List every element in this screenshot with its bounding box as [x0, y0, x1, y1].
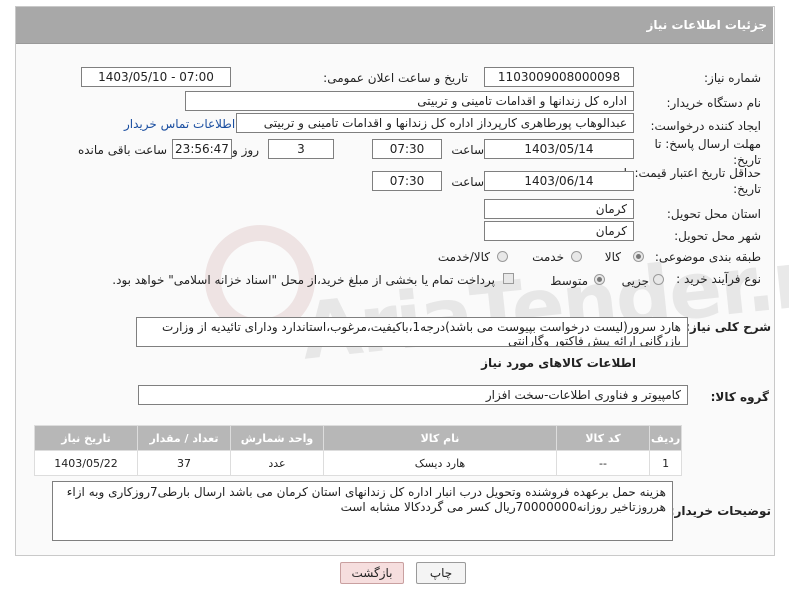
col-date: تاریخ نیاز: [34, 425, 138, 451]
validity-label-1: حداقل تاریخ اعتبار قیمت: تا: [623, 166, 761, 180]
deadline-date-field: 1403/05/14: [484, 139, 634, 159]
process-medium-label: متوسط: [550, 274, 588, 288]
process-medium-radio[interactable]: [594, 274, 605, 285]
category-label: طبقه بندی موضوعی:: [654, 250, 761, 264]
validity-time-field: 07:30: [372, 171, 442, 191]
deadline-days-field: 3: [268, 139, 334, 159]
table-row: 1 -- هارد دیسک عدد 37 1403/05/22: [34, 450, 683, 476]
col-unit: واحد شمارش: [230, 425, 324, 451]
category-both-label: کالا/خدمت: [437, 250, 490, 264]
col-qty: تعداد / مقدار: [137, 425, 231, 451]
category-goods-radio[interactable]: [633, 251, 644, 262]
deadline-label-1: مهلت ارسال پاسخ: تا: [654, 137, 761, 151]
print-button[interactable]: چاپ: [416, 562, 466, 584]
requester-label: ایجاد کننده درخواست:: [650, 119, 761, 133]
category-service-radio[interactable]: [571, 251, 582, 262]
buyer-notes-textarea: هزینه حمل برعهده فروشنده وتحویل درب انبا…: [52, 481, 673, 541]
validity-time-label: ساعت: [451, 175, 484, 189]
items-table: ردیف کد کالا نام کالا واحد شمارش تعداد /…: [34, 425, 683, 476]
goods-section-title: اطلاعات کالاهای مورد نیاز: [481, 356, 636, 370]
cell-row: 1: [648, 450, 683, 476]
cell-date: 1403/05/22: [34, 450, 138, 476]
cell-code: --: [556, 450, 650, 476]
cell-unit: عدد: [230, 450, 324, 476]
deadline-time-label: ساعت: [451, 143, 484, 157]
remaining-time-field: 23:56:47: [172, 139, 232, 159]
buyer-field: اداره کل زندانها و اقدامات تامینی و تربی…: [185, 91, 634, 111]
goods-group-label: گروه کالا:: [710, 390, 769, 404]
summary-label: شرح کلی نیاز:: [685, 320, 771, 334]
city-field: کرمان: [484, 221, 634, 241]
summary-textarea: هارد سرور(لیست درخواست بپیوست می باشد)در…: [136, 317, 688, 347]
validity-label-2: تاریخ:: [733, 182, 761, 196]
city-label: شهر محل تحویل:: [674, 229, 761, 243]
need-number-field: 1103009008000098: [484, 67, 634, 87]
deadline-days-label: روز و: [232, 143, 259, 157]
back-button[interactable]: بازگشت: [340, 562, 404, 584]
category-both-radio[interactable]: [497, 251, 508, 262]
requester-field: عبدالوهاب پورطاهری کارپرداز اداره کل زند…: [236, 113, 634, 133]
panel-title: جزئیات اطلاعات نیاز: [646, 18, 767, 32]
province-field: کرمان: [484, 199, 634, 219]
province-label: استان محل تحویل:: [666, 207, 761, 221]
need-number-label: شماره نیاز:: [704, 71, 761, 85]
buyer-label: نام دستگاه خریدار:: [666, 96, 762, 110]
remaining-time-label: ساعت باقی مانده: [77, 143, 167, 157]
announce-field: 1403/05/10 - 07:00: [81, 67, 231, 87]
cell-qty: 37: [137, 450, 231, 476]
goods-group-field: کامپیوتر و فناوری اطلاعات-سخت افزار: [138, 385, 688, 405]
process-label: نوع فرآیند خرید :: [676, 272, 761, 286]
treasury-checkbox[interactable]: [503, 273, 514, 284]
col-name: نام کالا: [323, 425, 557, 451]
buyer-notes-label: توضیحات خریدار:: [669, 504, 771, 518]
treasury-note: پرداخت تمام یا بخشی از مبلغ خرید،از محل …: [112, 273, 495, 287]
deadline-label-2: تاریخ:: [733, 153, 761, 167]
announce-label: تاریخ و ساعت اعلان عمومی:: [323, 71, 468, 85]
col-code: کد کالا: [556, 425, 650, 451]
category-goods-label: کالا: [604, 250, 621, 264]
validity-date-field: 1403/06/14: [484, 171, 634, 191]
process-minor-label: جزیی: [621, 274, 649, 288]
category-service-label: خدمت: [532, 250, 564, 264]
col-row: ردیف: [648, 425, 683, 451]
cell-name: هارد دیسک: [323, 450, 557, 476]
deadline-time-field: 07:30: [372, 139, 442, 159]
buyer-contact-link[interactable]: اطلاعات تماس خریدار: [124, 117, 235, 131]
process-minor-radio[interactable]: [653, 274, 664, 285]
table-header-row: ردیف کد کالا نام کالا واحد شمارش تعداد /…: [34, 425, 683, 451]
